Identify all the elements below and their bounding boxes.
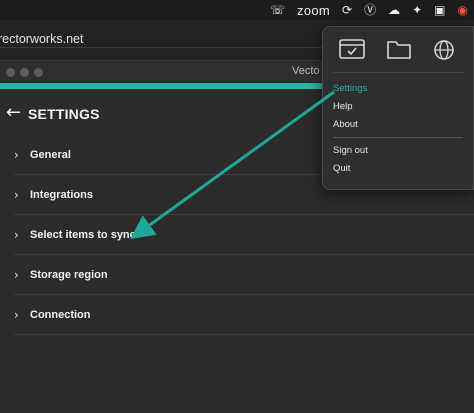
gpu-icon[interactable]: ▣: [434, 0, 445, 20]
settings-row-label: Integrations: [30, 189, 93, 201]
zoom-window-button[interactable]: [34, 68, 43, 77]
popup-divider: [333, 137, 463, 138]
folder-icon[interactable]: [387, 39, 411, 64]
settings-row-select-items[interactable]: › Select items to sync: [14, 216, 474, 255]
popup-divider: [333, 72, 463, 73]
window-title: Vecto: [292, 65, 320, 77]
url-field-underline: [0, 47, 330, 48]
menu-item-settings[interactable]: Settings: [333, 83, 367, 94]
chevron-right-icon: ›: [14, 228, 19, 242]
browser-window-icon[interactable]: [339, 39, 365, 64]
menu-item-help[interactable]: Help: [333, 101, 353, 112]
page-title: SETTINGS: [28, 106, 100, 122]
settings-row-label: Select items to sync: [30, 229, 136, 241]
menu-item-sign-out[interactable]: Sign out: [333, 145, 368, 156]
app-tray-menu: Settings Help About Sign out Quit: [322, 26, 474, 190]
chevron-right-icon: ›: [14, 148, 19, 162]
back-arrow-icon[interactable]: ←: [6, 102, 21, 123]
close-window-button[interactable]: [6, 68, 15, 77]
settings-row-storage-region[interactable]: › Storage region: [14, 256, 474, 295]
settings-row-connection[interactable]: › Connection: [14, 296, 474, 335]
vpn-icon[interactable]: Ⓥ: [364, 0, 376, 20]
chevron-right-icon: ›: [14, 268, 19, 282]
sync-icon[interactable]: ⟳: [342, 0, 352, 20]
bird-icon[interactable]: ✦: [412, 0, 422, 20]
menu-item-quit[interactable]: Quit: [333, 163, 350, 174]
zoom-menu-label[interactable]: zoom: [297, 3, 330, 18]
settings-row-label: Storage region: [30, 269, 108, 281]
chevron-right-icon: ›: [14, 188, 19, 202]
settings-row-label: Connection: [30, 309, 91, 321]
menu-item-about[interactable]: About: [333, 119, 358, 130]
minimize-window-button[interactable]: [20, 68, 29, 77]
popup-icon-bar: [323, 35, 474, 65]
cloud-icon[interactable]: ☁: [388, 0, 400, 20]
globe-icon[interactable]: [433, 39, 455, 66]
viber-icon[interactable]: ☏: [270, 0, 285, 20]
settings-row-label: General: [30, 149, 71, 161]
url-text[interactable]: rectorworks.net: [0, 32, 83, 46]
record-icon[interactable]: ◉: [458, 0, 468, 20]
system-menu-bar: ☏ zoom ⟳ Ⓥ ☁ ✦ ▣ ◉: [0, 0, 474, 20]
chevron-right-icon: ›: [14, 308, 19, 322]
